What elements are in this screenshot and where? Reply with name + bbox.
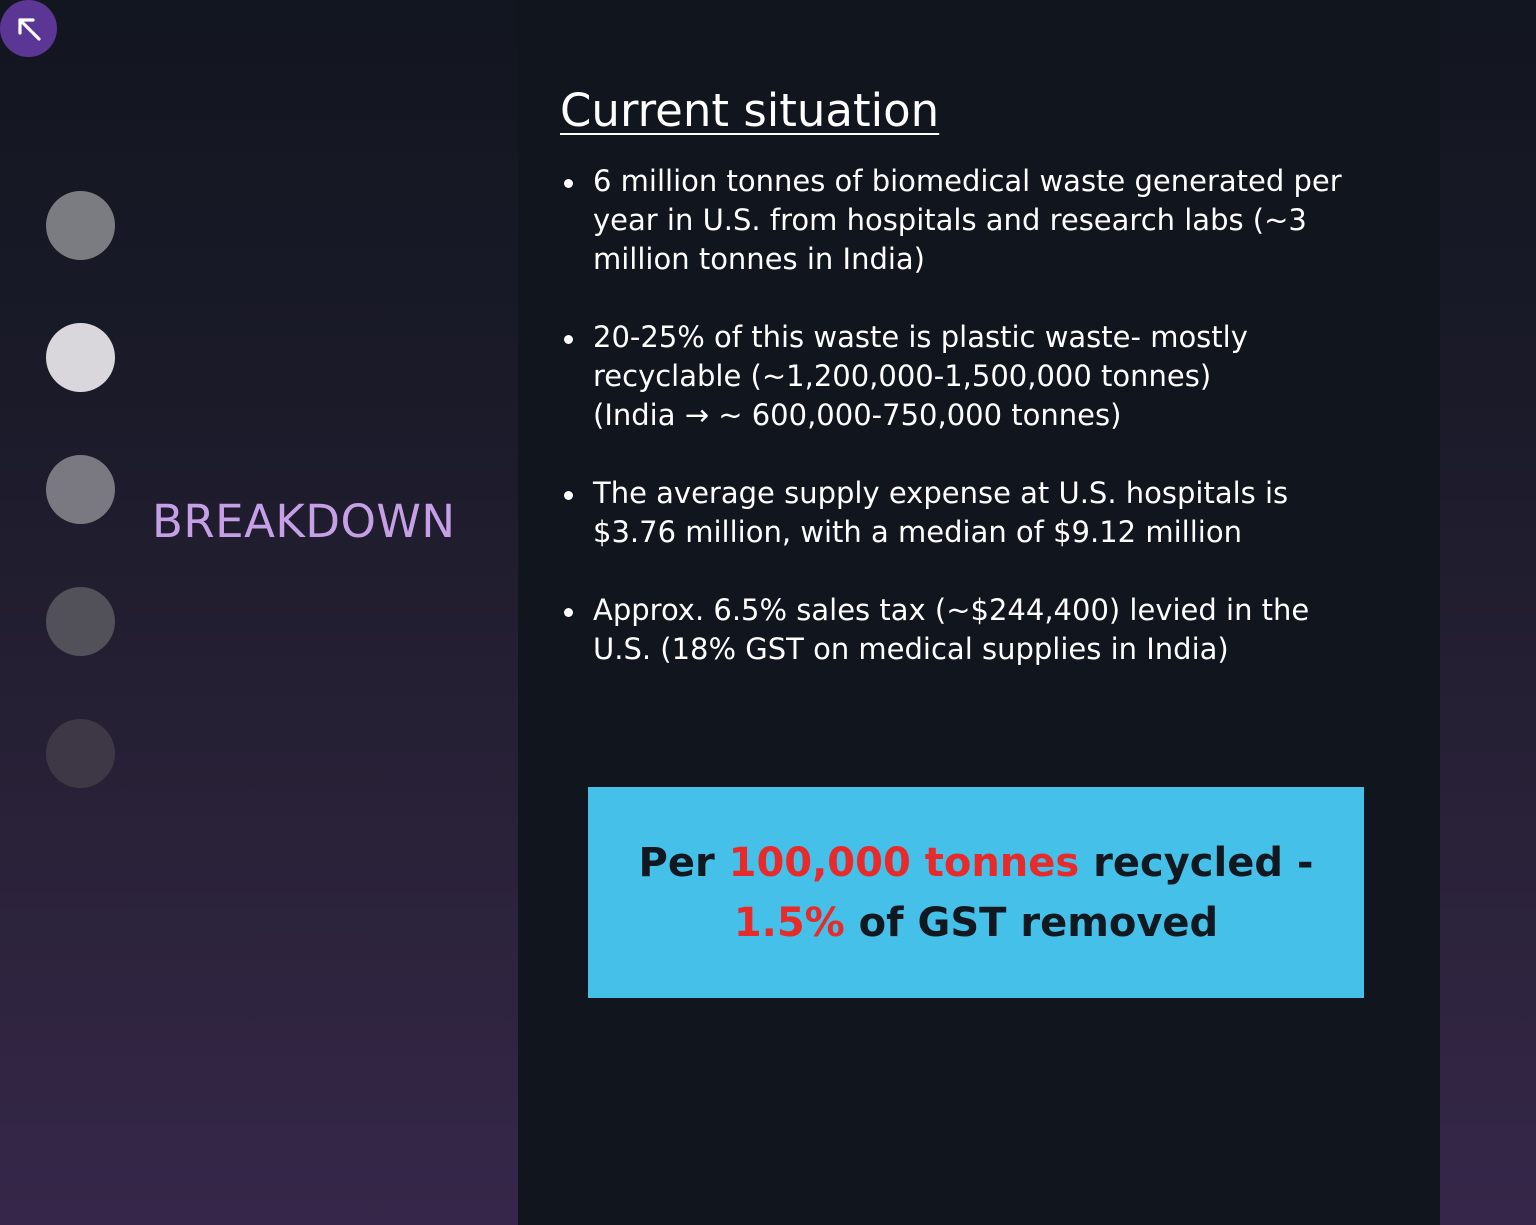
bullet-item: 6 million tonnes of biomedical waste gen…: [560, 162, 1360, 279]
callout-highlight-tonnes: 100,000 tonnes: [728, 839, 1080, 886]
back-button[interactable]: [0, 0, 57, 57]
nav-dot-4[interactable]: [46, 587, 115, 656]
callout-suffix: of GST removed: [844, 899, 1219, 946]
nav-dot-1[interactable]: [46, 191, 115, 260]
arrow-up-left-icon: [17, 17, 41, 41]
nav-dot-2[interactable]: [46, 323, 115, 392]
callout-box: Per 100,000 tonnes recycled - 1.5% of GS…: [588, 787, 1364, 998]
bullet-item: Approx. 6.5% sales tax (~$244,400) levie…: [560, 591, 1360, 669]
callout-highlight-percent: 1.5%: [733, 899, 845, 946]
section-label: BREAKDOWN: [152, 495, 456, 548]
nav-dot-3[interactable]: [46, 455, 115, 524]
callout-middle: recycled -: [1079, 839, 1314, 886]
slide-title: Current situation: [560, 84, 940, 137]
nav-dot-5[interactable]: [46, 719, 115, 788]
callout-prefix: Per: [638, 839, 729, 886]
bullet-list: 6 million tonnes of biomedical waste gen…: [560, 162, 1360, 708]
bullet-item: 20-25% of this waste is plastic waste- m…: [560, 318, 1360, 435]
callout-text: Per 100,000 tonnes recycled - 1.5% of GS…: [626, 833, 1326, 953]
bullet-item: The average supply expense at U.S. hospi…: [560, 474, 1360, 552]
